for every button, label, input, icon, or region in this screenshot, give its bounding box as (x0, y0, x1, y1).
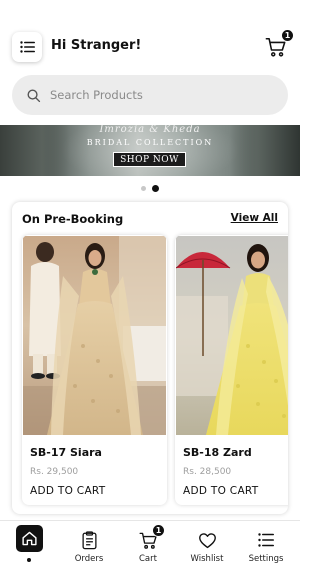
carousel-dot[interactable] (141, 185, 146, 191)
home-icon (22, 531, 37, 546)
heart-icon (198, 532, 216, 548)
search-input[interactable] (50, 88, 270, 102)
menu-button[interactable] (12, 32, 42, 62)
banner-brand-text: Imrozia & Kheda (99, 125, 201, 135)
nav-home[interactable] (0, 521, 60, 565)
header-cart-button[interactable]: 1 (265, 29, 294, 58)
nav-cart-label: Cart (139, 554, 157, 564)
add-to-cart-button[interactable]: ADD TO CART (30, 485, 105, 497)
bottom-nav: Orders 1 Cart Wishlist Settings (0, 520, 300, 565)
cart-count-badge: 1 (152, 524, 165, 537)
banner-collection-text: BRIDAL COLLECTION (86, 138, 214, 147)
nav-settings[interactable]: Settings (236, 521, 296, 565)
nav-wishlist[interactable]: Wishlist (177, 521, 237, 565)
active-indicator-dot (27, 558, 31, 562)
nav-orders-label: Orders (74, 554, 104, 564)
settings-icon (258, 533, 274, 547)
product-name[interactable]: SB-18 Zard (183, 446, 252, 459)
carousel-indicator (0, 183, 300, 193)
view-all-link[interactable]: View All (231, 212, 278, 224)
nav-settings-label: Settings (248, 554, 284, 564)
nav-orders[interactable]: Orders (59, 521, 119, 565)
home-button[interactable] (16, 525, 43, 552)
add-to-cart-button[interactable]: ADD TO CART (183, 485, 258, 497)
app-header: Hi Stranger! 1 (0, 0, 300, 70)
product-price: Rs. 28,500 (183, 467, 232, 477)
carousel-dot-active[interactable] (152, 184, 159, 192)
cart-count-badge: 1 (281, 29, 294, 42)
orders-icon (81, 530, 97, 549)
product-card[interactable]: SB-18 Zard Rs. 28,500 ADD TO CART (175, 235, 288, 505)
shop-now-button[interactable]: SHOP NOW (113, 152, 186, 167)
section-title: On Pre-Booking (22, 212, 124, 226)
nav-cart[interactable]: 1 Cart (118, 521, 178, 565)
pre-booking-section: On Pre-Booking View All SB-17 Siara Rs. … (12, 202, 288, 514)
menu-icon (19, 41, 35, 53)
nav-wishlist-label: Wishlist (190, 554, 224, 564)
greeting-text: Hi Stranger! (51, 38, 142, 53)
search-bar[interactable] (12, 75, 288, 115)
product-name[interactable]: SB-17 Siara (30, 446, 102, 459)
promo-banner[interactable]: Imrozia & Kheda BRIDAL COLLECTION SHOP N… (0, 125, 300, 176)
product-price: Rs. 29,500 (30, 467, 79, 477)
search-icon (27, 89, 41, 102)
product-image[interactable] (176, 236, 288, 435)
product-card[interactable]: SB-17 Siara Rs. 29,500 ADD TO CART (22, 235, 167, 505)
product-image[interactable] (23, 236, 166, 435)
